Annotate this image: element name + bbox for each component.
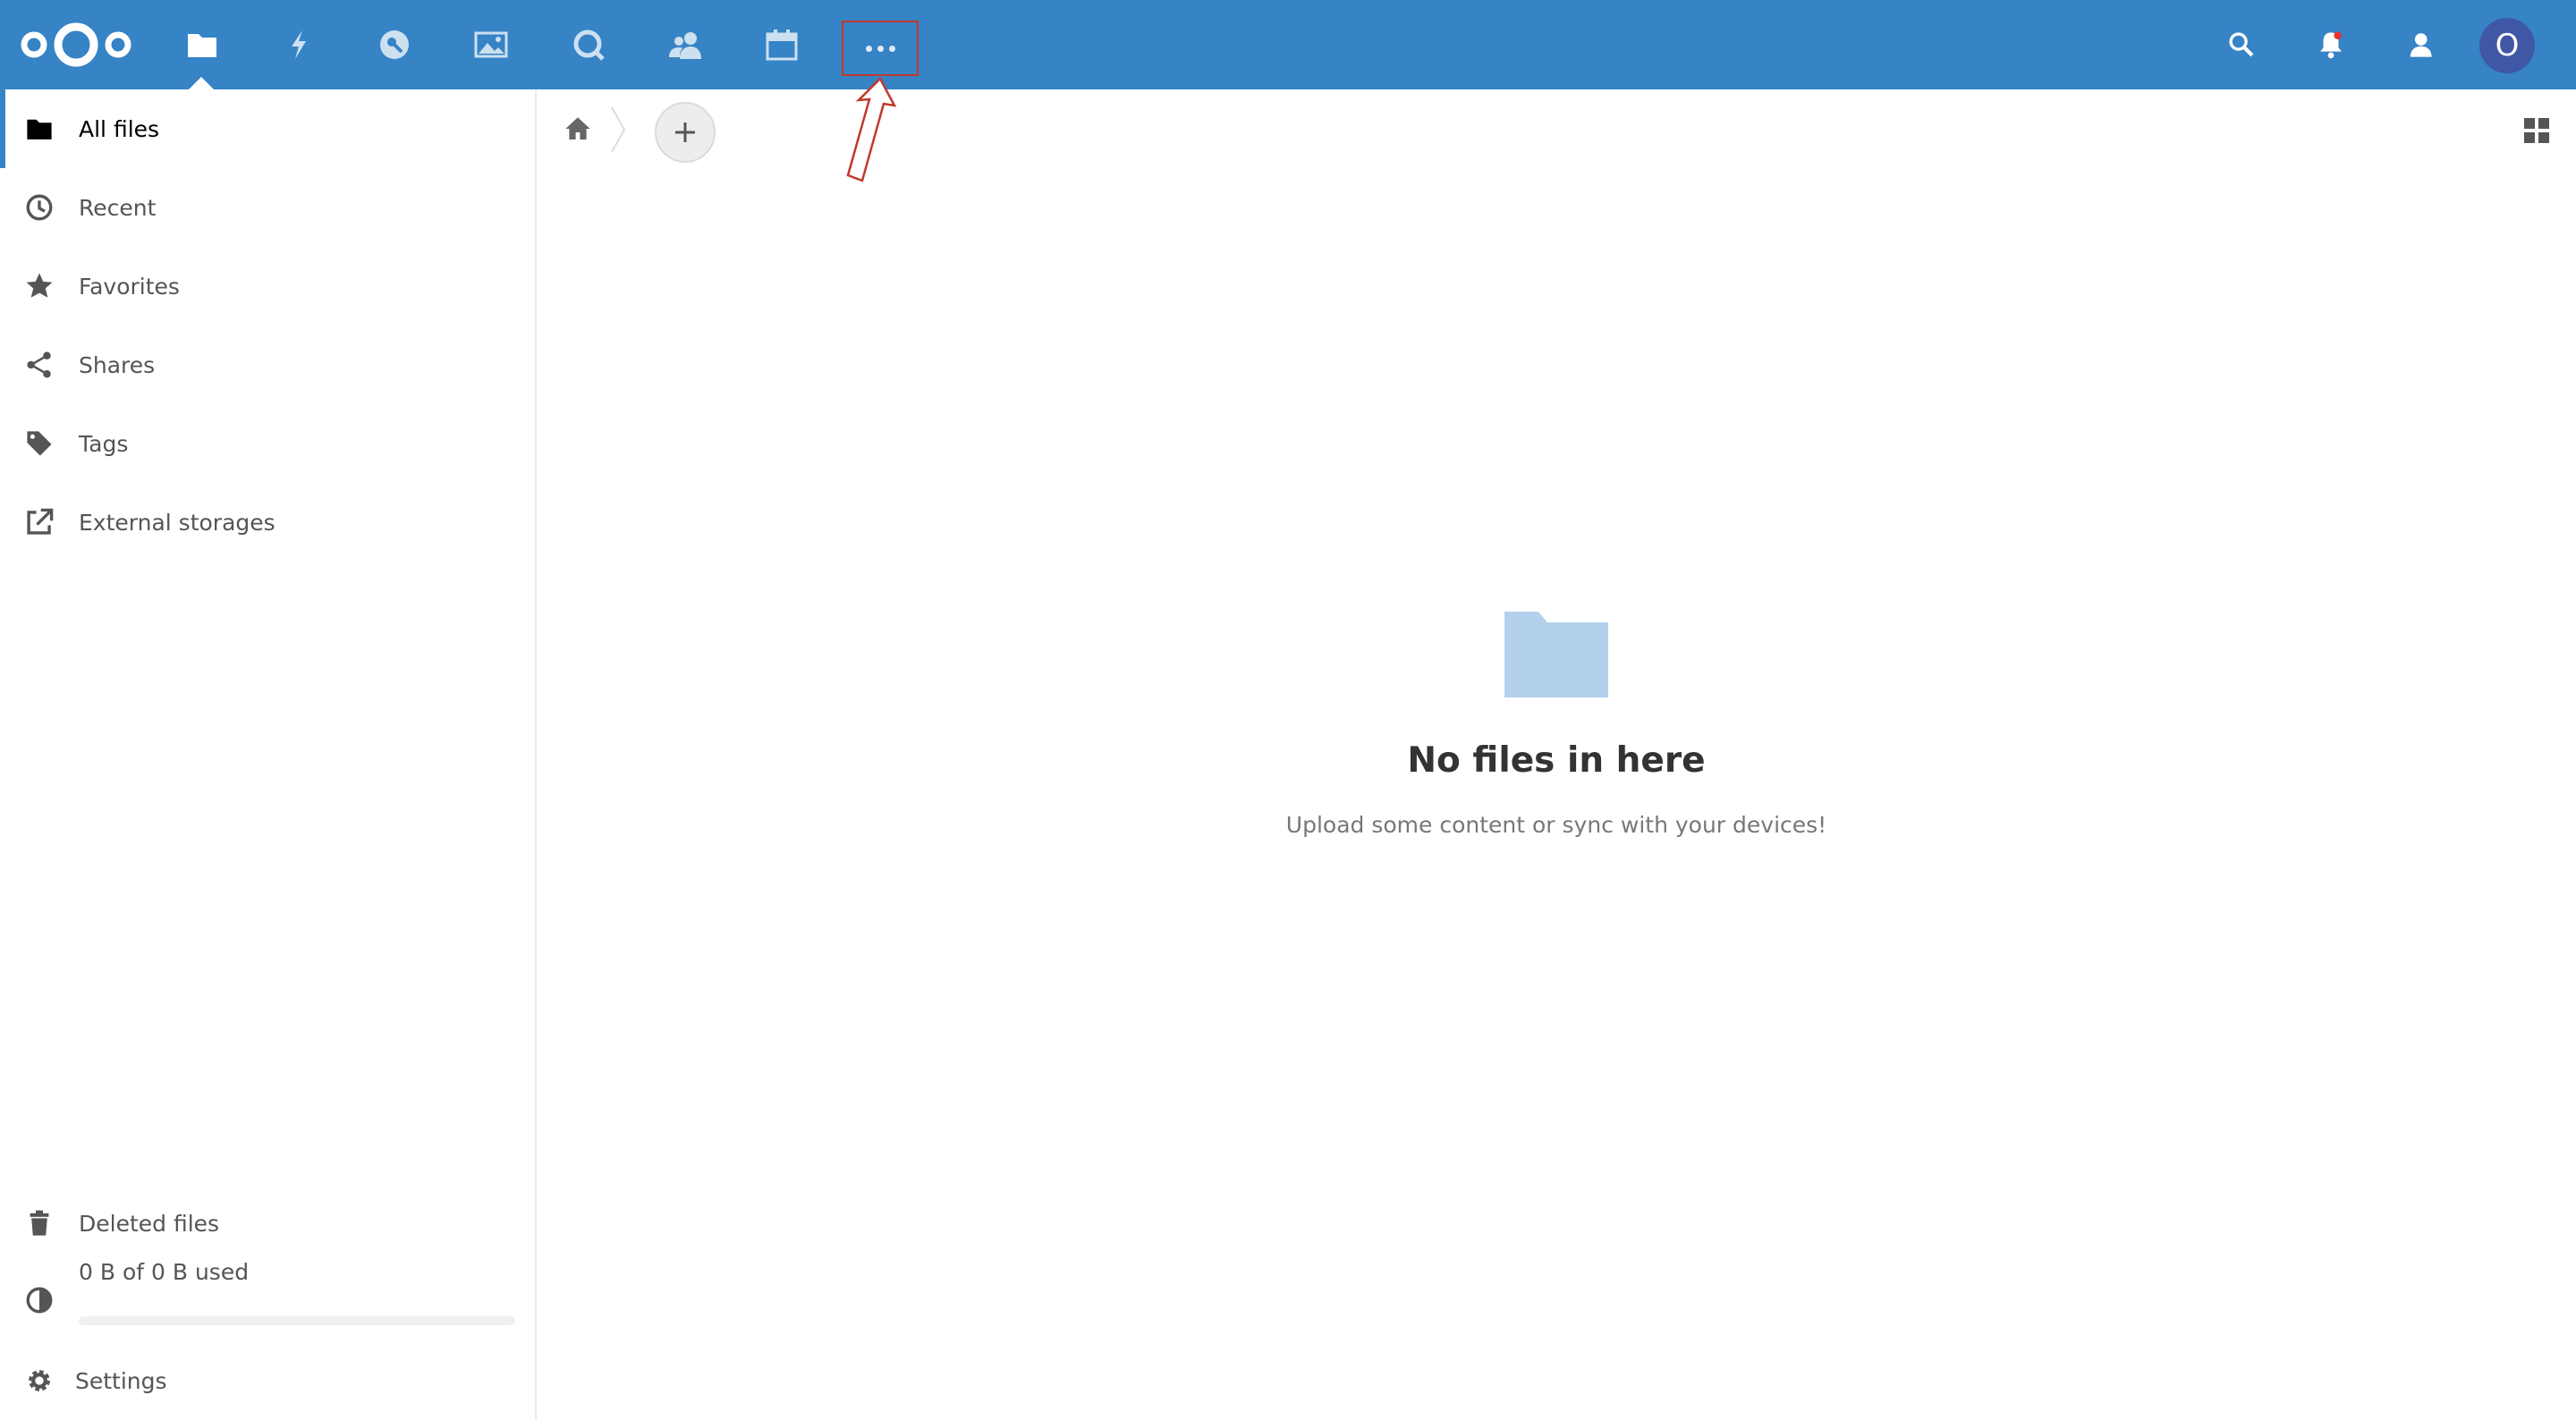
grid-view-toggle[interactable]: [2519, 113, 2555, 148]
user-avatar[interactable]: O: [2479, 18, 2535, 73]
app-talk-button[interactable]: [560, 16, 617, 73]
sidebar-item-label: Tags: [79, 430, 129, 457]
star-icon: [21, 268, 57, 304]
sidebar-item-external-storages[interactable]: External storages: [0, 483, 535, 562]
top-header: O: [0, 0, 2576, 89]
notifications-button[interactable]: [2311, 25, 2351, 64]
key-icon: [380, 30, 409, 59]
sidebar-item-all-files[interactable]: All files: [0, 89, 535, 168]
sidebar-item-recent[interactable]: Recent: [0, 168, 535, 247]
sidebar-item-label: Deleted files: [79, 1210, 220, 1237]
folder-icon: [188, 34, 216, 57]
sidebar-item-tags[interactable]: Tags: [0, 404, 535, 483]
gear-icon: [21, 1363, 57, 1399]
active-app-indicator: [189, 77, 214, 89]
breadcrumb-home[interactable]: [560, 111, 596, 147]
empty-folder-icon: [1504, 612, 1608, 697]
contacts-menu-icon: [2410, 33, 2432, 57]
breadcrumb-separator: [611, 106, 626, 153]
app-passwords-button[interactable]: [366, 16, 423, 73]
share-icon: [21, 347, 57, 383]
quota-pie-icon: [21, 1282, 57, 1318]
app-activity-button[interactable]: [270, 16, 327, 73]
nextcloud-logo[interactable]: [18, 16, 134, 73]
home-icon: [565, 117, 590, 139]
clock-icon: [21, 190, 57, 225]
sidebar-item-label: Favorites: [79, 273, 180, 300]
contacts-icon: [669, 32, 701, 59]
tag-icon: [21, 426, 57, 461]
sidebar-item-deleted-files[interactable]: Deleted files: [0, 1184, 535, 1263]
bell-icon: [2320, 31, 2342, 59]
app-gallery-button[interactable]: [462, 16, 520, 73]
annotation-highlight-box: [842, 21, 919, 76]
sidebar-item-label: Shares: [79, 351, 156, 378]
app-contacts-button[interactable]: [657, 16, 714, 73]
search-icon: [2229, 32, 2254, 57]
empty-state-subtitle: Upload some content or sync with your de…: [1285, 812, 1827, 838]
annotation-arrow: [846, 77, 897, 182]
sidebar-item-shares[interactable]: Shares: [0, 325, 535, 404]
contacts-menu-button[interactable]: [2400, 25, 2439, 64]
quota-text: 0 B of 0 B used: [79, 1259, 250, 1285]
sidebar-item-label: Recent: [79, 194, 157, 221]
sidebar-item-label: All files: [79, 115, 160, 142]
folder-icon: [21, 111, 57, 147]
plus-icon: [675, 123, 695, 142]
quota-progress-bar: [79, 1316, 515, 1325]
calendar-icon: [766, 30, 798, 61]
grid-icon: [2524, 118, 2549, 143]
app-files-button[interactable]: [174, 16, 231, 73]
chat-bubble-icon: [573, 30, 605, 61]
sidebar-item-label: Settings: [75, 1367, 167, 1394]
sidebar-quota[interactable]: 0 B of 0 B used: [0, 1252, 535, 1323]
sidebar-item-favorites[interactable]: Favorites: [0, 247, 535, 325]
external-link-icon: [21, 504, 57, 540]
sidebar-item-settings[interactable]: Settings: [0, 1341, 535, 1420]
files-main-content: No files in here Upload some content or …: [537, 89, 2576, 1420]
new-file-button[interactable]: [655, 102, 716, 163]
empty-state-title: No files in here: [1407, 740, 1706, 781]
trash-icon: [21, 1205, 57, 1241]
lightning-icon: [292, 30, 306, 59]
sidebar-item-label: External storages: [79, 509, 275, 536]
app-calendar-button[interactable]: [753, 16, 810, 73]
navigation-sidebar: All files Recent Favorites Shares Tags E…: [0, 89, 537, 1420]
search-button[interactable]: [2222, 25, 2261, 64]
image-icon: [474, 31, 508, 58]
